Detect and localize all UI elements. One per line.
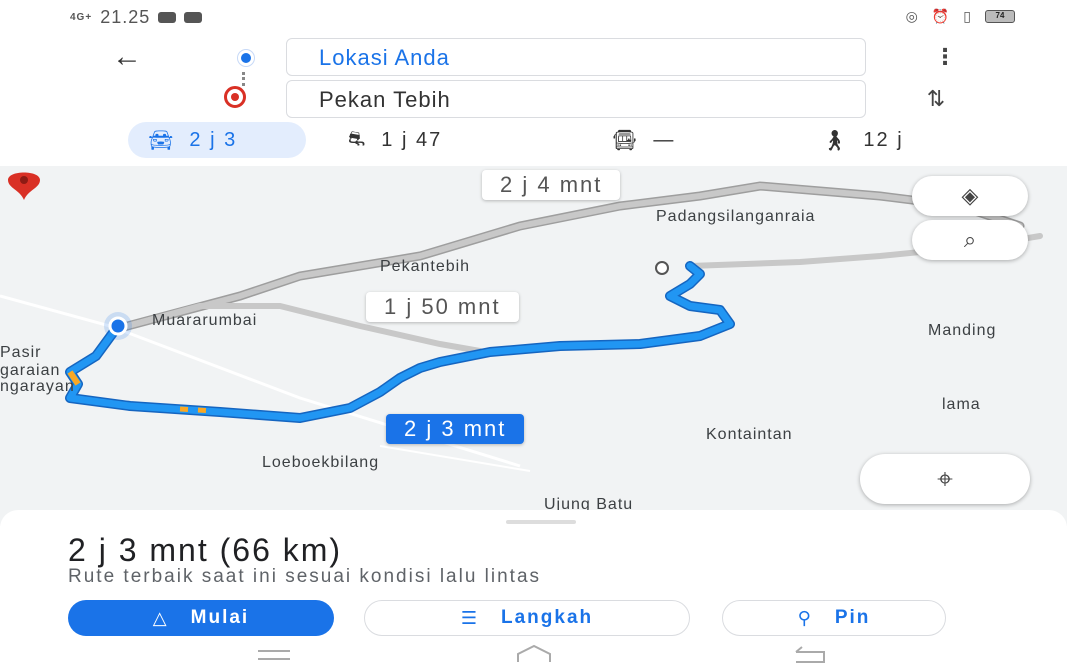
pin-button[interactable]: ⚲ Pin — [722, 600, 946, 636]
tab-walk-time: 12 j — [863, 128, 904, 151]
route-time-alt1[interactable]: 2 j 4 mnt — [482, 170, 621, 200]
pin-button-label: Pin — [834, 607, 871, 628]
back-arrow-icon[interactable]: ← — [112, 42, 152, 74]
search-icon[interactable]: ⌕ — [912, 220, 1028, 260]
destination-pin-icon — [224, 86, 246, 108]
destination-pin-marker — [8, 172, 40, 200]
tab-walk[interactable]: 🚶︎ 12 j — [822, 122, 904, 158]
list-icon: ☰ — [460, 607, 479, 628]
swap-icon[interactable]: ⇅ — [916, 86, 956, 112]
start-button[interactable]: △ Mulai — [68, 600, 334, 636]
notification-icon — [158, 12, 177, 23]
vibrate-icon: ▯ — [963, 8, 971, 24]
recents-menu-icon[interactable] — [256, 648, 292, 662]
destination-field[interactable]: Pekan Tebih — [286, 80, 866, 118]
tab-transit-time: — — [653, 128, 676, 151]
walk-icon: 🚶︎ — [822, 129, 850, 152]
place-label: Pekantebih — [380, 258, 471, 275]
place-label: Pasir — [0, 344, 42, 361]
status-bar: 4G+ 21.25 ◎ ⏰ ▯ 74 — [0, 0, 1067, 34]
place-label: Muararumbai — [152, 312, 258, 329]
pin-icon: ⚲ — [797, 607, 813, 628]
sheet-handle[interactable] — [506, 520, 576, 524]
transit-icon: 🚍︎ — [612, 129, 640, 152]
tab-car-time: 2 j 3 — [189, 128, 238, 151]
place-label: Loeboekbilang — [262, 454, 380, 471]
location-status-icon: ◎ — [905, 8, 918, 24]
tab-car[interactable]: 🚘︎ 2 j 3 — [128, 122, 306, 158]
route-summary-title: 2 j 3 mnt (66 km) — [68, 532, 343, 568]
best-route — [66, 262, 734, 422]
place-label: Kontaintan — [706, 426, 793, 443]
map-view[interactable]: Padangsilanganraia Pekantebih Muararumba… — [0, 166, 1067, 526]
route-time-alt2[interactable]: 1 j 50 mnt — [366, 292, 519, 322]
system-nav-bar — [0, 640, 1067, 665]
battery-level: 74 — [995, 11, 1005, 20]
place-label: ngarayan — [0, 378, 75, 395]
battery-icon: 74 — [985, 10, 1015, 23]
alarm-status-icon: ⏰ — [931, 8, 950, 24]
network-indicator: 4G+ — [70, 12, 93, 23]
status-left: 4G+ 21.25 — [70, 7, 203, 28]
car-icon: 🚘︎ — [148, 129, 176, 152]
place-label: Manding — [928, 322, 997, 339]
start-button-label: Mulai — [190, 607, 250, 628]
route-connector — [242, 72, 246, 86]
home-icon[interactable] — [514, 644, 554, 664]
navigate-icon: △ — [152, 607, 169, 628]
origin-dot-icon — [238, 50, 254, 66]
minor-road — [379, 445, 531, 472]
tab-motorcycle[interactable]: ⛐︎ 1 j 47 — [348, 122, 442, 158]
origin-marker — [108, 316, 128, 336]
layers-icon[interactable]: ◈ — [912, 176, 1028, 216]
back-nav-icon[interactable] — [790, 644, 830, 664]
destination-marker — [655, 261, 669, 275]
route-time-best[interactable]: 2 j 3 mnt — [386, 414, 525, 444]
more-icon[interactable]: ⋮ — [934, 46, 956, 72]
route-summary-subtitle: Rute terbaik saat ini sesuai kondisi lal… — [68, 566, 542, 587]
tab-transit[interactable]: 🚍︎ — — [612, 122, 675, 158]
steps-button[interactable]: ☰ Langkah — [364, 600, 690, 636]
place-label: Padangsilanganraia — [656, 208, 816, 225]
steps-button-label: Langkah — [501, 607, 594, 628]
origin-field[interactable]: Lokasi Anda — [286, 38, 866, 76]
my-location-icon[interactable]: ⌖ — [860, 454, 1030, 504]
alarm-icon — [184, 12, 203, 23]
status-time: 21.25 — [100, 7, 151, 27]
place-label: lama — [942, 396, 981, 413]
motorcycle-icon: ⛐︎ — [348, 127, 368, 150]
tab-motorcycle-time: 1 j 47 — [381, 128, 443, 151]
status-right: ◎ ⏰ ▯ 74 — [906, 8, 1015, 25]
